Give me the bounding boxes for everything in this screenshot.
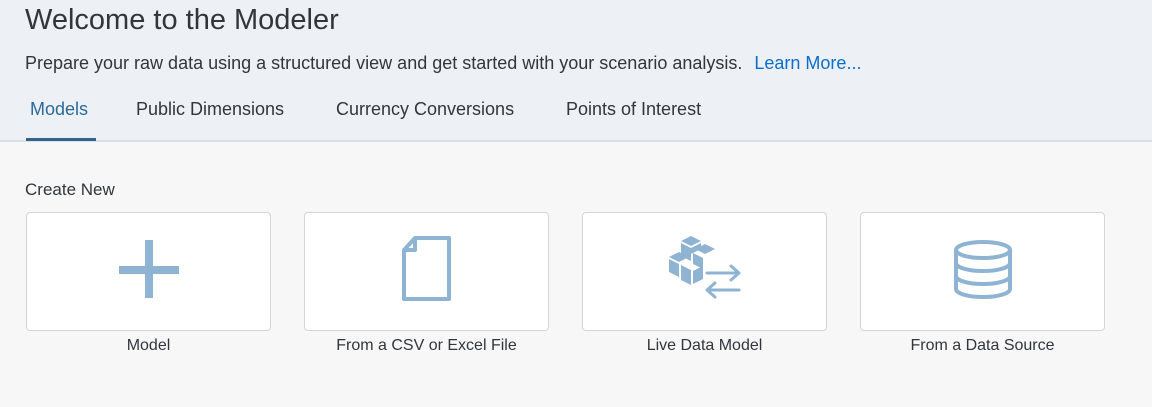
create-from-file-label: From a CSV or Excel File: [336, 337, 517, 354]
create-from-data-source-label: From a Data Source: [910, 337, 1055, 354]
database-icon: [953, 240, 1012, 299]
tab-bar: Models Public Dimensions Currency Conver…: [0, 96, 1152, 142]
document-icon: [401, 236, 451, 301]
tab-currency-conversions[interactable]: Currency Conversions: [336, 96, 514, 140]
create-live-data-model-label: Live Data Model: [646, 337, 763, 354]
tab-models[interactable]: Models: [30, 96, 88, 140]
create-new-label: Create New: [25, 180, 115, 199]
create-model-label: Model: [126, 337, 171, 354]
create-model-tile[interactable]: [26, 212, 271, 331]
page-header: Welcome to the Modeler Prepare your raw …: [0, 0, 1152, 142]
subtitle-text: Prepare your raw data using a structured…: [25, 53, 743, 73]
create-from-data-source-tile[interactable]: [860, 212, 1105, 331]
active-tab-indicator: [26, 138, 96, 141]
page-subtitle: Prepare your raw data using a structured…: [25, 53, 861, 74]
plus-icon: [118, 240, 179, 298]
tab-points-of-interest[interactable]: Points of Interest: [566, 96, 701, 140]
tab-public-dimensions[interactable]: Public Dimensions: [136, 96, 284, 140]
live-data-icon: [668, 236, 740, 299]
create-live-data-model-tile[interactable]: [582, 212, 827, 331]
learn-more-link[interactable]: Learn More...: [754, 53, 861, 73]
create-from-file-tile[interactable]: [304, 212, 549, 331]
page-title: Welcome to the Modeler: [25, 4, 339, 36]
